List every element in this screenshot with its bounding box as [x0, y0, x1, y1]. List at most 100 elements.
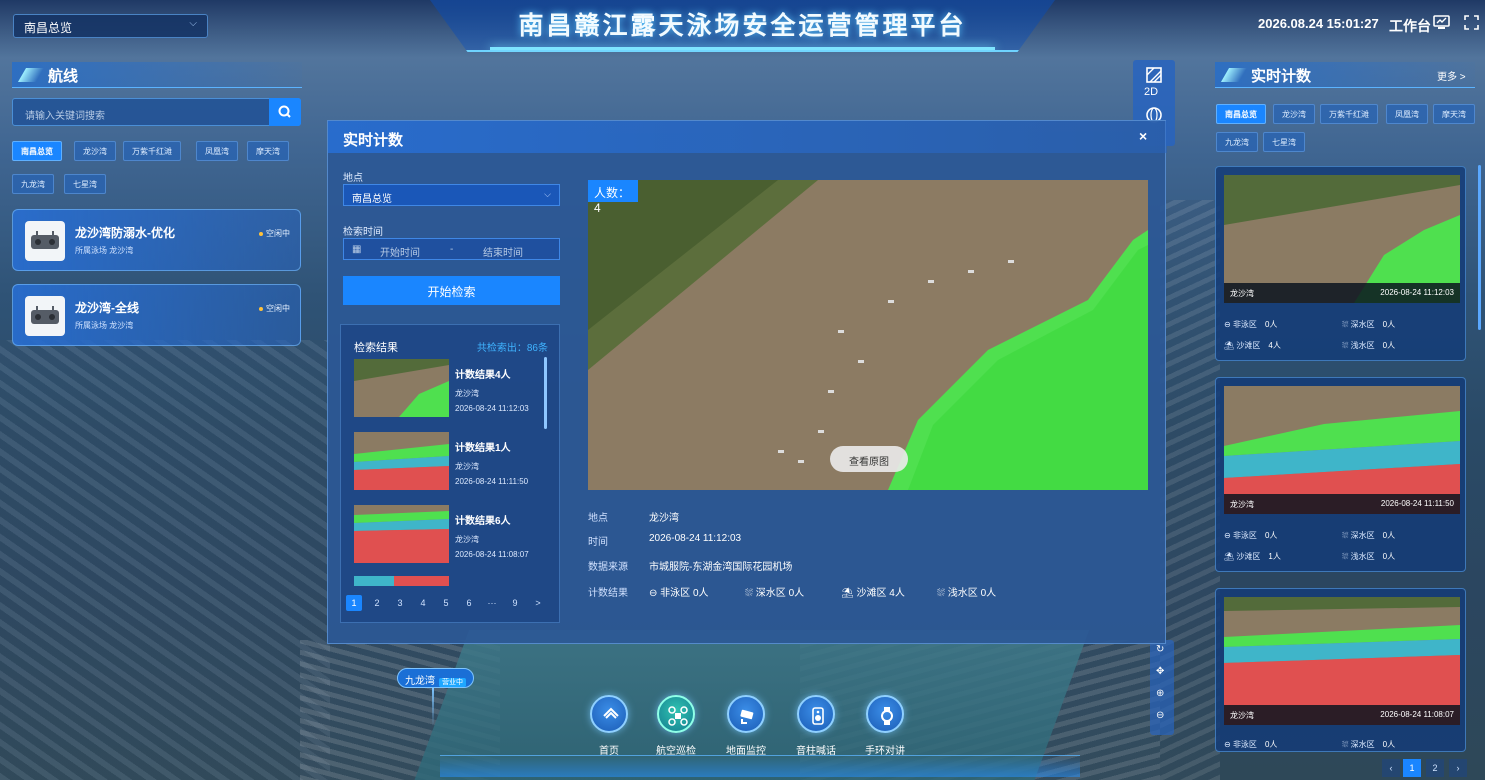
right-tag-1[interactable]: 龙沙湾 [1273, 104, 1315, 124]
monitor-icon[interactable] [1433, 15, 1450, 30]
zoom-out-icon[interactable]: ⊖ [1156, 710, 1164, 721]
card-location: 龙沙湾 [1230, 289, 1254, 298]
time-label: 检索时间 [343, 227, 383, 238]
page-5[interactable]: 5 [438, 595, 454, 611]
map-pin-jiulongwan[interactable]: 九龙湾 营业中 [397, 668, 474, 688]
info-location: 龙沙湾 [649, 513, 679, 524]
card-time: 2026-08-24 11:12:03 [1380, 288, 1454, 297]
page-9[interactable]: 9 [507, 595, 523, 611]
home-button[interactable] [590, 695, 628, 733]
fullscreen-icon[interactable] [1463, 15, 1480, 30]
info-stat-deep: ⛆ 深水区 0人 [745, 588, 805, 599]
ground-monitor-button[interactable] [727, 695, 765, 733]
shallow-water-icon: ⛆ [937, 588, 945, 599]
left-tag-2[interactable]: 万紫千红滩 [123, 141, 181, 161]
region-select-value: 南昌总览 [24, 21, 73, 35]
location-select[interactable]: 南昌总览 ⌵ [343, 184, 560, 206]
page-2[interactable]: 2 [369, 595, 385, 611]
ground-monitor-label: 地面监控 [726, 746, 766, 757]
count-card[interactable]: 龙沙湾 2026-08-24 11:08:07 ⊖ 非泳区 0人 ⛆ 深水区 0人 [1215, 588, 1466, 752]
result-location: 龙沙湾 [455, 535, 479, 544]
result-time: 2026-08-24 11:08:07 [455, 550, 529, 559]
route-name: 龙沙湾防溺水-优化 [75, 226, 175, 240]
page-4[interactable]: 4 [415, 595, 431, 611]
refresh-icon[interactable]: ↻ [1156, 644, 1164, 655]
result-list: 检索结果 共检索出：86条 计数结果4人 龙沙湾 2026-08-24 11:1… [340, 324, 560, 623]
speaker-button[interactable] [797, 695, 835, 733]
card-time: 2026-08-24 11:08:07 [1380, 710, 1454, 719]
result-item[interactable]: 计数结果1人 龙沙湾 2026-08-24 11:11:50 [354, 432, 549, 492]
stat-beach: ⛱ 沙滩区 4人 [1224, 341, 1281, 350]
left-tag-6[interactable]: 七星湾 [64, 174, 106, 194]
right-prev-page[interactable]: ‹ [1382, 759, 1400, 777]
map-mode-label: 2D [1144, 86, 1159, 98]
stat-nonswim: ⊖ 非泳区 0人 [1224, 320, 1278, 329]
workbench-link[interactable]: 工作台 [1389, 16, 1431, 36]
right-tag-2[interactable]: 万紫千红滩 [1320, 104, 1378, 124]
start-time-input[interactable]: 开始时间 [380, 244, 420, 259]
more-link[interactable]: 更多 > [1437, 68, 1466, 83]
end-time-input[interactable]: 结束时间 [483, 244, 523, 259]
left-tag-1[interactable]: 龙沙湾 [74, 141, 116, 161]
search-button[interactable] [269, 98, 301, 126]
card-location: 龙沙湾 [1230, 711, 1254, 720]
right-page-2[interactable]: 2 [1426, 759, 1444, 777]
calendar-icon: ▦ [352, 244, 362, 255]
realtime-count-modal: 实时计数 × 地点 南昌总览 ⌵ 检索时间 ▦ 开始时间 - 结束时间 开始检索… [327, 120, 1167, 644]
right-page-1[interactable]: 1 [1403, 759, 1421, 777]
aerial-inspection-button[interactable] [657, 695, 695, 733]
next-page[interactable]: > [530, 595, 546, 611]
right-tag-6[interactable]: 七星湾 [1263, 132, 1305, 152]
result-thumbnail [354, 359, 449, 417]
stat-nonswim: ⊖ 非泳区 0人 [1224, 531, 1278, 540]
watch-icon [881, 707, 893, 725]
page-ellipsis[interactable]: ··· [484, 595, 500, 611]
people-count-badge: 人数：4 [588, 180, 638, 215]
right-scrollbar[interactable] [1478, 165, 1481, 330]
region-select[interactable]: 南昌总览 ⌵ [13, 14, 208, 38]
result-title: 计数结果1人 [455, 443, 511, 454]
deep-water-icon: ⛆ [745, 588, 753, 599]
left-tag-5[interactable]: 九龙湾 [12, 174, 54, 194]
close-icon[interactable]: × [1139, 128, 1147, 144]
zoom-in-icon[interactable]: ⊕ [1156, 688, 1164, 699]
page-title: 南昌赣江露天泳场安全运营管理平台 [518, 12, 967, 40]
route-card[interactable]: 龙沙湾防溺水-优化 所属泳场 龙沙湾 空闲中 [12, 209, 301, 271]
route-search[interactable]: 请输入关键词搜索 [12, 98, 301, 126]
right-tag-5[interactable]: 九龙湾 [1216, 132, 1258, 152]
move-icon[interactable]: ✥ [1156, 666, 1164, 677]
result-item[interactable] [354, 576, 549, 586]
left-tag-0[interactable]: 南昌总览 [12, 141, 62, 161]
modal-header: 实时计数 × [328, 121, 1167, 153]
date-range-picker[interactable]: ▦ 开始时间 - 结束时间 [343, 238, 560, 260]
view-original-button[interactable]: 查看原图 [830, 446, 908, 472]
info-location-label: 地点 [588, 513, 608, 524]
top-header: 南昌赣江露天泳场安全运营管理平台 南昌总览 ⌵ 2026.08.24 15:01… [0, 0, 1485, 58]
route-card[interactable]: 龙沙湾-全线 所属泳场 龙沙湾 空闲中 [12, 284, 301, 346]
search-input[interactable]: 请输入关键词搜索 [25, 107, 105, 122]
result-title: 计数结果4人 [455, 370, 511, 381]
start-search-button[interactable]: 开始检索 [343, 276, 560, 305]
page-1[interactable]: 1 [346, 595, 362, 611]
date-separator: - [450, 244, 454, 255]
count-card[interactable]: 龙沙湾 2026-08-24 11:12:03 ⊖ 非泳区 0人 ⛆ 深水区 0人 … [1215, 166, 1466, 361]
wristband-intercom-button[interactable] [866, 695, 904, 733]
result-title: 计数结果6人 [455, 516, 511, 527]
count-card[interactable]: 龙沙湾 2026-08-24 11:11:50 ⊖ 非泳区 0人 ⛆ 深水区 0人 … [1215, 377, 1466, 572]
right-tag-0[interactable]: 南昌总览 [1216, 104, 1266, 124]
left-tag-3[interactable]: 凤凰湾 [196, 141, 238, 161]
page-3[interactable]: 3 [392, 595, 408, 611]
right-next-page[interactable]: › [1449, 759, 1467, 777]
result-item[interactable]: 计数结果6人 龙沙湾 2026-08-24 11:08:07 [354, 505, 549, 565]
right-tag-3[interactable]: 凤凰湾 [1386, 104, 1428, 124]
page-6[interactable]: 6 [461, 595, 477, 611]
left-tag-4[interactable]: 摩天湾 [247, 141, 289, 161]
right-tag-4[interactable]: 摩天湾 [1433, 104, 1475, 124]
result-item[interactable]: 计数结果4人 龙沙湾 2026-08-24 11:12:03 [354, 359, 549, 419]
cctv-icon [740, 709, 754, 724]
info-stat-beach: ⛱ 沙滩区 4人 [841, 588, 905, 599]
dock-base [440, 755, 1080, 777]
stat-deep: ⛆ 深水区 0人 [1342, 531, 1396, 540]
count-caption: 龙沙湾 2026-08-24 11:08:07 [1224, 705, 1460, 725]
chevron-down-icon: ⌵ [189, 18, 197, 29]
